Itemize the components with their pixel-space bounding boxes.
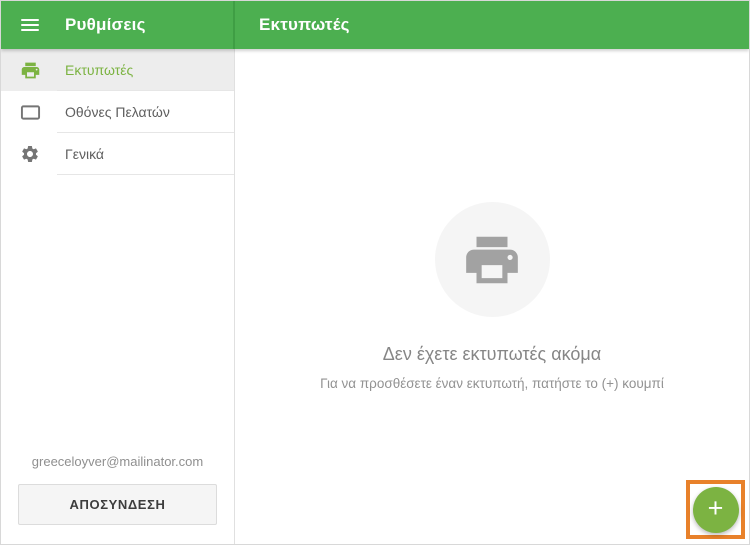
add-printer-fab[interactable]: + (692, 486, 739, 533)
printers-panel: Δεν έχετε εκτυπωτές ακόμα Για να προσθέσ… (235, 49, 749, 544)
page-title: Εκτυπωτές (259, 15, 350, 34)
sidebar-item-label: Γενικά (65, 146, 104, 162)
settings-sidebar: Εκτυπωτές Οθόνες Πελατών Γενικά greecelo… (1, 49, 235, 544)
empty-state-title: Δεν έχετε εκτυπωτές ακόμα (382, 344, 602, 364)
sidebar-header: Ρυθμίσεις (1, 1, 235, 49)
body: Εκτυπωτές Οθόνες Πελατών Γενικά greecelo… (1, 49, 749, 544)
logout-button[interactable]: ΑΠΟΣΥΝΔΕΣΗ (18, 484, 217, 525)
printer-icon (19, 59, 41, 81)
main-header: Εκτυπωτές (235, 1, 749, 49)
sidebar-item-printers[interactable]: Εκτυπωτές (1, 49, 234, 91)
account-email: greeceloyver@mailinator.com (31, 454, 204, 469)
annotation-highlight-box: + (686, 480, 745, 539)
gear-icon (19, 143, 41, 165)
empty-state-subtitle: Για να προσθέσετε έναν εκτυπωτή, πατήστε… (320, 376, 664, 391)
sidebar-header-title: Ρυθμίσεις (65, 15, 146, 34)
plus-icon: + (707, 492, 724, 523)
hamburger-menu-icon[interactable] (21, 19, 39, 31)
display-icon (19, 101, 41, 123)
empty-state-circle (434, 202, 550, 317)
sidebar-item-label: Οθόνες Πελατών (65, 104, 170, 120)
sidebar-item-label: Εκτυπωτές (65, 62, 134, 78)
app-header: Ρυθμίσεις Εκτυπωτές (1, 1, 749, 49)
sidebar-item-general[interactable]: Γενικά (1, 133, 234, 175)
printer-icon (466, 236, 518, 283)
settings-screen: Ρυθμίσεις Εκτυπωτές Εκτυπωτές Οθόνες Πελ… (0, 0, 750, 545)
sidebar-item-customer-displays[interactable]: Οθόνες Πελατών (1, 91, 234, 133)
